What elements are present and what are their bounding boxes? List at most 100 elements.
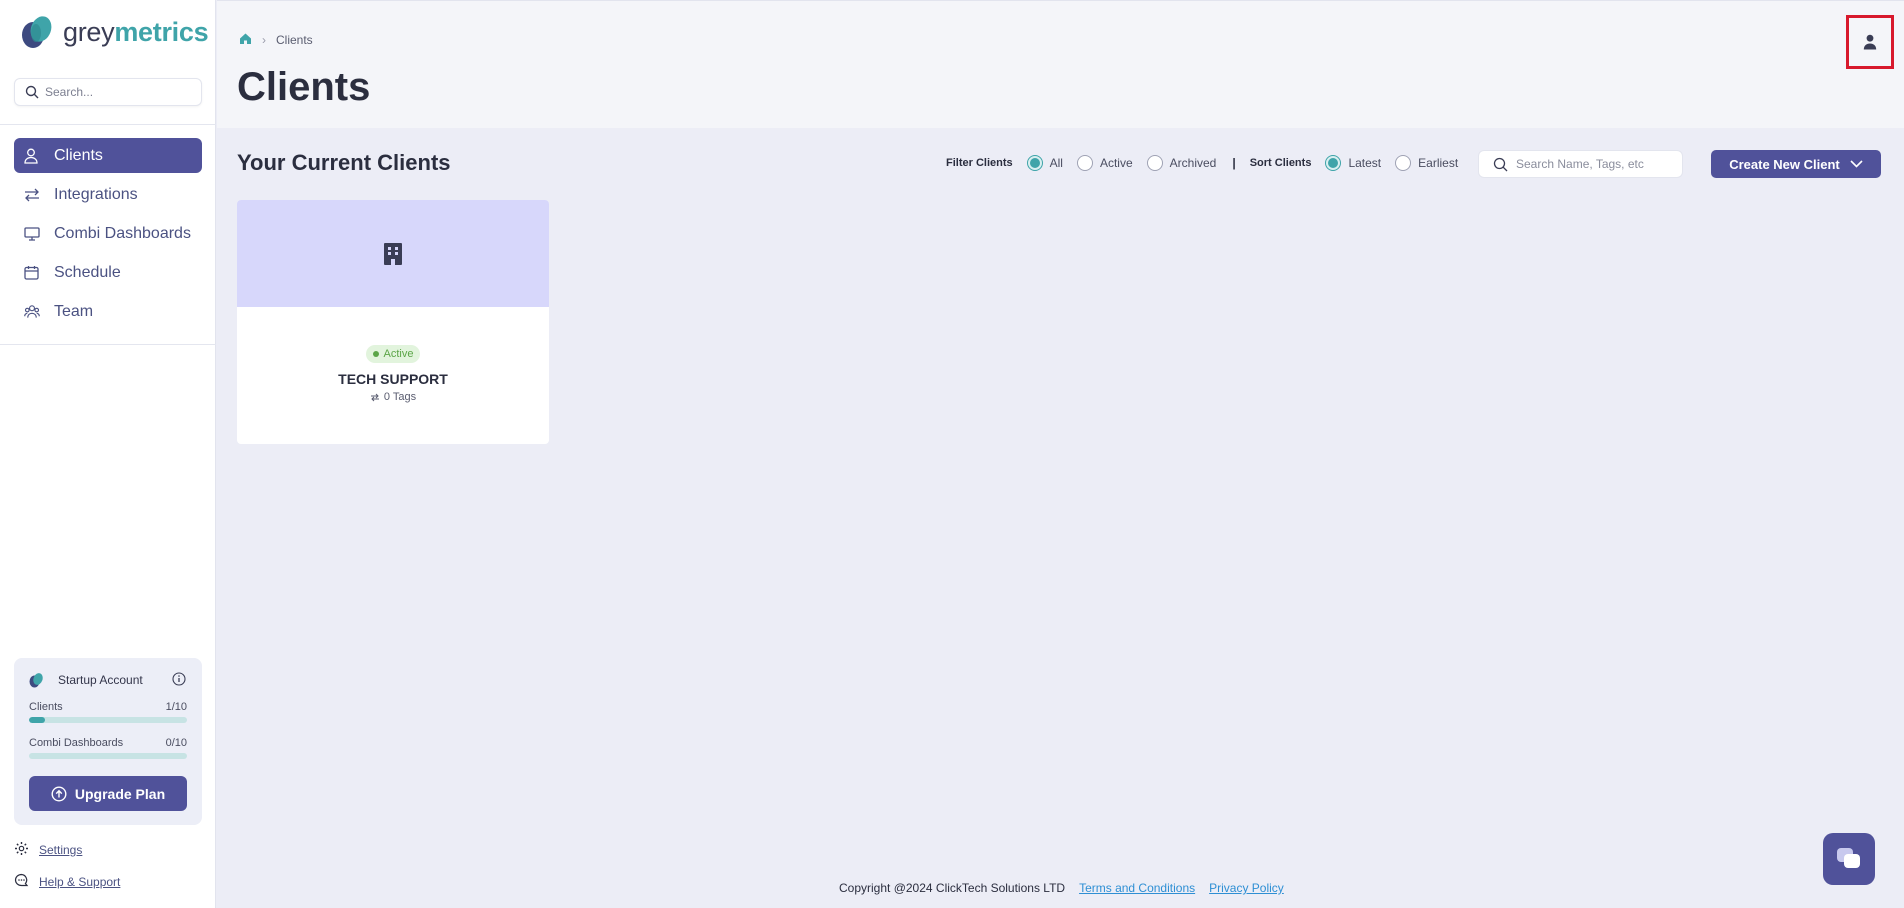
page-title: Clients [237,65,371,109]
chat-bubble-icon [14,873,29,891]
logo-text: greymetrics [63,16,209,47]
logo-icon [22,16,52,48]
usage-combi-dashboards: Combi Dashboards 0/10 [29,737,187,759]
copyright-text: Copyright @2024 ClickTech Solutions LTD [839,881,1066,895]
home-icon[interactable] [239,32,252,48]
breadcrumb: › Clients [239,32,313,48]
search-icon [1493,157,1508,171]
radio-indicator [1146,155,1163,171]
profile-button[interactable] [1846,15,1894,69]
help-link-row: Help & Support [14,873,120,891]
client-tags-count: 0 Tags [383,391,417,403]
radio-label: Active [1099,156,1133,170]
usage-value: 0/10 [165,737,187,749]
sidebar-item-label: Team [54,302,94,320]
plan-header: Startup Account [28,672,143,688]
sidebar-item-combi-dashboards[interactable]: Combi Dashboards [14,216,202,251]
privacy-link[interactable]: Privacy Policy [1209,881,1284,895]
radio-indicator [1395,155,1412,171]
radio-label: Earliest [1418,156,1459,170]
arrows-icon [24,187,40,203]
arrows-icon [370,393,379,401]
sort-latest-radio[interactable]: Latest [1325,155,1381,171]
usage-bar [29,717,187,723]
create-new-client-label: Create New Client [1729,156,1840,172]
usage-bar [29,753,187,759]
upgrade-plan-label: Upgrade Plan [74,785,166,802]
client-card[interactable]: Active TECH SUPPORT 0 Tags [237,200,549,444]
usage-label: Combi Dashboards [29,737,124,749]
plan-logo-icon [29,673,43,688]
radio-indicator [1325,155,1342,171]
sidebar-search[interactable] [14,78,202,106]
chat-widget-button[interactable] [1823,833,1875,885]
client-card-body: Active TECH SUPPORT 0 Tags [237,307,549,403]
chevron-down-icon [1850,160,1863,168]
filter-sort-bar: Filter Clients All Active Archived | Sor… [946,155,1458,171]
help-support-link[interactable]: Help & Support [39,875,120,889]
usage-bar-fill [29,717,45,723]
client-tags: 0 Tags [237,391,549,403]
client-card-banner [237,200,549,307]
page-header: › Clients Clients [217,0,1904,128]
team-icon [24,304,40,320]
terms-link[interactable]: Terms and Conditions [1079,881,1195,895]
radio-label: Latest [1348,156,1382,170]
radio-label: Archived [1169,156,1217,170]
client-search-input[interactable] [1516,157,1676,171]
sidebar-search-input[interactable] [45,85,185,99]
sidebar-item-clients[interactable]: Clients [14,138,202,173]
building-icon [384,242,402,265]
calendar-icon [24,265,40,281]
plan-title: Startup Account [58,673,143,687]
settings-link-row: Settings [14,841,82,859]
filter-label: Filter Clients [946,157,1013,169]
chevron-right-icon: › [262,33,266,47]
radio-label: All [1049,156,1063,170]
usage-clients: Clients 1/10 [29,701,187,723]
sidebar-divider [0,124,216,125]
section-title: Your Current Clients [237,150,451,175]
status-dot [372,351,379,357]
radio-indicator [1076,155,1093,171]
info-icon[interactable] [172,672,186,691]
filter-archived-radio[interactable]: Archived [1146,155,1217,171]
logo[interactable]: greymetrics [19,14,209,50]
breadcrumb-current[interactable]: Clients [276,33,313,47]
chat-icon [1837,848,1860,868]
filter-all-radio[interactable]: All [1026,155,1063,171]
app-root: greymetrics Clients Integrations [0,0,1904,908]
sort-earliest-radio[interactable]: Earliest [1395,155,1458,171]
plan-card: Startup Account Clients 1/10 Combi Dashb… [14,658,202,825]
status-label: Active [383,348,414,360]
sidebar-item-label: Clients [54,146,103,164]
filter-active-radio[interactable]: Active [1076,155,1133,171]
client-name: TECH SUPPORT [338,371,448,387]
user-icon [24,148,40,164]
create-new-client-button[interactable]: Create New Client [1711,150,1881,178]
gear-icon [14,841,29,859]
sidebar-item-label: Schedule [54,263,121,281]
monitor-icon [24,226,40,242]
radio-indicator [1026,155,1043,171]
sidebar-item-label: Integrations [54,185,138,203]
sidebar-divider [0,344,216,345]
sidebar: greymetrics Clients Integrations [0,0,216,908]
user-avatar-icon [1863,34,1877,50]
sidebar-item-team[interactable]: Team [14,294,202,329]
sidebar-item-integrations[interactable]: Integrations [14,177,202,212]
client-search[interactable] [1478,150,1683,178]
sort-label: Sort Clients [1249,157,1312,169]
search-icon [25,85,39,99]
usage-label: Clients [29,701,63,713]
arrow-up-circle-icon [51,785,67,802]
sidebar-item-schedule[interactable]: Schedule [14,255,202,290]
sidebar-nav: Clients Integrations Combi Dashboards Sc… [14,138,202,333]
status-badge: Active [365,345,421,363]
settings-link[interactable]: Settings [39,843,82,857]
sidebar-item-label: Combi Dashboards [54,224,191,242]
toolbar-divider: | [1232,156,1236,170]
usage-value: 1/10 [165,701,187,713]
upgrade-plan-button[interactable]: Upgrade Plan [29,776,187,811]
page-footer: Copyright @2024 ClickTech Solutions LTD … [839,881,1284,895]
